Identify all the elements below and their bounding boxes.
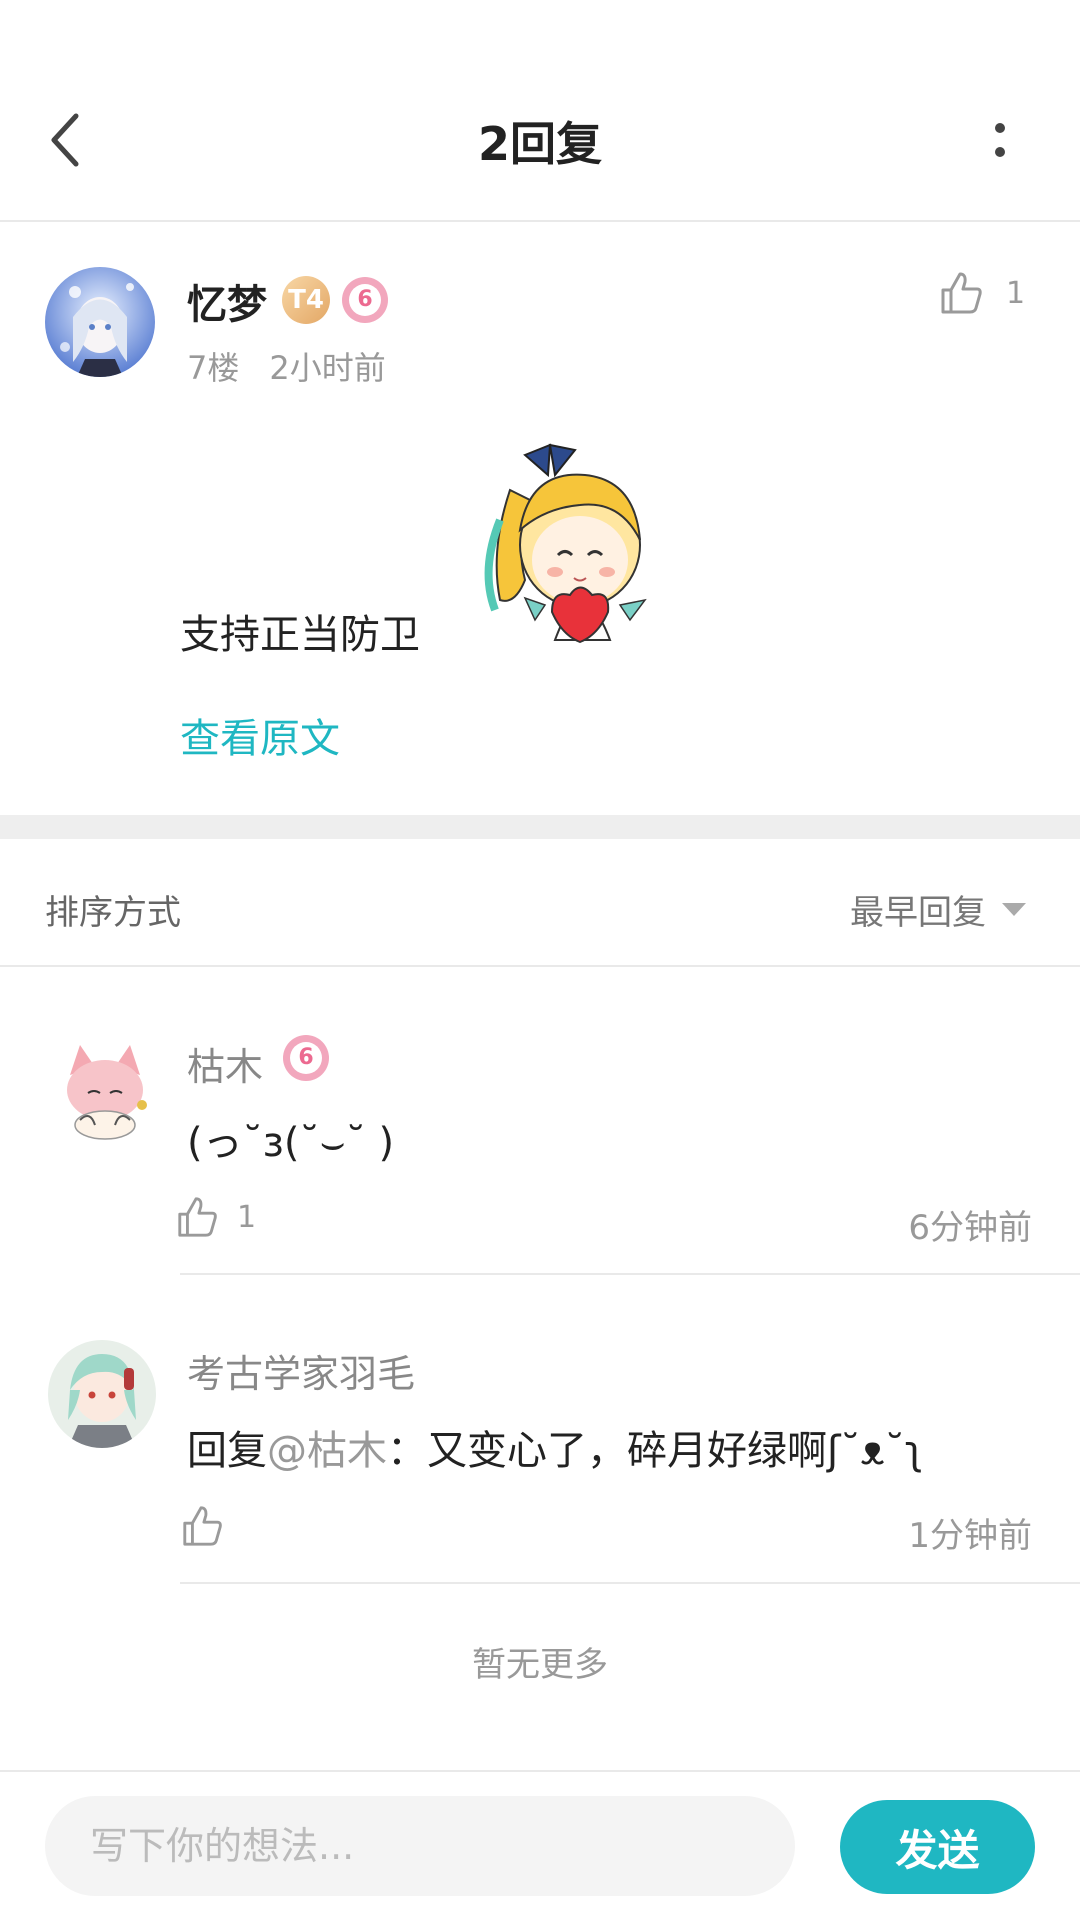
more-vertical-icon xyxy=(995,123,1005,157)
thumbs-up-icon xyxy=(941,272,982,314)
chibi-heart-sticker xyxy=(470,430,660,665)
thumbs-up-icon xyxy=(183,1506,222,1546)
vip-badge-label: 6 xyxy=(349,284,381,316)
vip-badge: 6 xyxy=(342,277,388,323)
page-title: 2回复 xyxy=(477,117,602,171)
sort-selected-value: 最早回复 xyxy=(850,893,986,933)
username[interactable]: 考古学家羽毛 xyxy=(187,1343,415,1398)
post-time: 2小时前 xyxy=(269,349,386,387)
view-original-link[interactable]: 查看原文 xyxy=(180,706,340,764)
like-count: 1 xyxy=(237,1199,257,1235)
like-button[interactable]: 1 xyxy=(175,1195,256,1239)
post-meta: 7楼 2小时前 xyxy=(187,343,416,389)
like-button[interactable] xyxy=(180,1504,224,1552)
cat-avatar-image xyxy=(50,1035,160,1145)
more-button[interactable] xyxy=(975,110,1025,170)
send-button[interactable]: 发送 xyxy=(840,1800,1035,1894)
post-text: 支持正当防卫 xyxy=(180,612,420,658)
reply-body: ：又变心了，碎月好绿啊ʃ˘ᴥ˘ʅ xyxy=(387,1428,924,1474)
anime-avatar-image xyxy=(48,1340,156,1448)
username[interactable]: 枯木 xyxy=(187,1036,263,1091)
mention-link[interactable]: @枯木 xyxy=(267,1428,387,1474)
avatar[interactable] xyxy=(45,267,155,377)
divider xyxy=(180,1273,1080,1275)
vip-badge: 6 xyxy=(283,1035,329,1081)
sort-dropdown[interactable]: 最早回复 xyxy=(850,885,1026,934)
section-divider xyxy=(0,815,1080,839)
no-more-label: 暂无更多 xyxy=(472,1645,608,1685)
avatar[interactable] xyxy=(50,1035,160,1145)
divider xyxy=(180,1582,1080,1584)
reply-text: (っ˘з(˘⌣˘ ) xyxy=(187,1120,395,1166)
reply-time: 6分钟前 xyxy=(908,1208,1032,1248)
reply-text: 回复@枯木：又变心了，碎月好绿啊ʃ˘ᴥ˘ʅ xyxy=(187,1418,923,1476)
caret-down-icon xyxy=(1002,903,1026,916)
username[interactable]: 忆梦 xyxy=(187,272,267,330)
thumbs-up-icon xyxy=(178,1197,217,1237)
sort-label: 排序方式 xyxy=(45,893,181,933)
floor-number: 7楼 xyxy=(187,349,240,387)
like-count: 1 xyxy=(1006,275,1026,311)
like-button[interactable]: 1 xyxy=(938,270,1025,316)
vip-badge-label: 6 xyxy=(290,1042,322,1074)
avatar[interactable] xyxy=(48,1340,156,1448)
anime-avatar-image xyxy=(45,267,155,377)
level-badge: T4 xyxy=(282,276,330,324)
reply-time: 1分钟前 xyxy=(908,1516,1032,1556)
comment-input[interactable] xyxy=(45,1796,795,1896)
reply-prefix: 回复 xyxy=(187,1428,267,1474)
